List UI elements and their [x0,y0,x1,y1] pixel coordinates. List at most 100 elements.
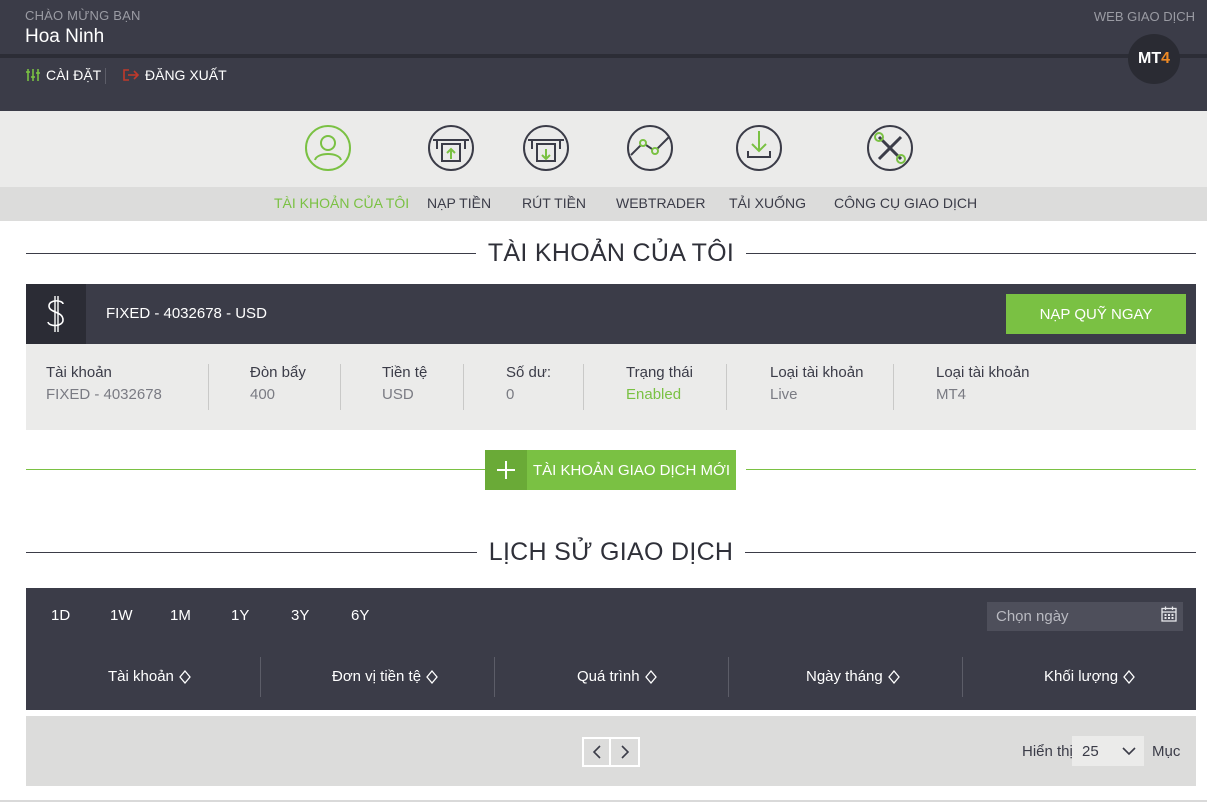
info-platform-type: Loại tài khoản MT4 [936,364,1029,403]
period-1y[interactable]: 1Y [231,607,249,624]
top-header: CHÀO MỪNG BẠN Hoa Ninh CÀI ĐẶT ĐĂNG XUẤT… [0,0,1207,111]
info-label: Tiền tệ [382,364,428,381]
info-value: FIXED - 4032678 [46,386,162,403]
info-separator [208,364,209,410]
date-picker-input[interactable] [987,602,1183,631]
sort-icon [179,669,191,684]
download-icon[interactable] [734,123,784,173]
history-section-title: LỊCH SỬ GIAO DỊCH [26,538,1197,567]
col-header-label: Đơn vị tiền tệ [332,668,422,685]
info-label: Số dư: [506,364,552,381]
col-header-volume[interactable]: Khối lượng [1044,668,1135,685]
nav-deposit[interactable]: NẠP TIỀN [427,195,491,211]
account-section-title: TÀI KHOẢN CỦA TÔI [26,239,1197,268]
deposit-icon[interactable] [426,123,476,173]
info-label: Đòn bẩy [250,364,306,381]
logout-link[interactable]: ĐĂNG XUẤT [122,67,227,83]
period-1m[interactable]: 1M [170,607,191,624]
new-trading-account-button[interactable]: TÀI KHOẢN GIAO DỊCH MỚI [485,450,736,490]
settings-link[interactable]: CÀI ĐẶT [25,67,101,83]
info-separator [340,364,341,410]
col-header-process[interactable]: Quá trình [577,668,657,685]
new-trading-account-label: TÀI KHOẢN GIAO DỊCH MỚI [532,461,731,479]
nav-withdraw[interactable]: RÚT TIỀN [522,195,586,211]
info-value: 0 [506,386,515,403]
info-separator [463,364,464,410]
col-separator [728,657,729,697]
prev-page-button[interactable] [584,739,611,765]
info-label: Loại tài khoản [770,364,864,381]
chevron-down-icon [1122,747,1136,756]
title-rule-left [26,552,477,553]
status-value: Enabled [626,386,682,403]
chart-line-icon[interactable] [625,123,675,173]
col-header-label: Tài khoản [108,668,174,685]
info-account: Tài khoản FIXED - 4032678 [46,364,162,403]
nav-trading-tools[interactable]: CÔNG CỤ GIAO DỊCH [834,195,977,211]
history-table-header: Tài khoản Đơn vị tiền tệ Quá trình Ngày … [26,644,1196,710]
title-rule-right [745,552,1197,553]
new-account-rule-left [26,469,485,470]
logout-icon [123,69,140,81]
pagination [582,737,640,767]
nav-webtrader[interactable]: WEBTRADER [616,195,705,211]
sort-icon [426,669,438,684]
col-header-account[interactable]: Tài khoản [108,668,191,685]
info-value: USD [382,386,414,403]
logout-label: ĐĂNG XUẤT [145,67,227,83]
sort-icon [644,669,657,684]
period-1w[interactable]: 1W [110,607,133,624]
info-currency: Tiền tệ USD [382,364,427,403]
settings-label: CÀI ĐẶT [46,67,102,83]
col-header-date[interactable]: Ngày tháng [806,668,900,685]
info-leverage: Đòn bẩy 400 [250,364,306,403]
history-section-title-text: LỊCH SỬ GIAO DỊCH [488,538,734,566]
period-1d[interactable]: 1D [51,607,70,624]
user-name: Hoa Ninh [25,26,105,47]
period-6y[interactable]: 6Y [351,607,369,624]
page-size-value: 25 [1082,742,1099,760]
calendar-icon[interactable] [1161,606,1177,622]
info-separator [726,364,727,410]
items-label: Mục [1152,743,1181,760]
chevron-right-icon [620,745,629,759]
period-3y[interactable]: 3Y [291,607,309,624]
mt4-badge-text: MT [1137,50,1162,67]
col-header-label: Khối lượng [1044,668,1119,685]
account-name: FIXED - 4032678 - USD [106,305,267,322]
web-trading-label: WEB GIAO DỊCH [1093,9,1195,24]
header-link-separator [105,68,106,84]
col-header-label: Quá trình [577,668,640,685]
tools-icon[interactable] [865,123,915,173]
info-label: Tài khoản [46,364,112,381]
main-nav-label-strip [0,187,1207,221]
col-header-currency[interactable]: Đơn vị tiền tệ [332,668,438,685]
info-separator [893,364,894,410]
nav-download[interactable]: TẢI XUỐNG [729,195,806,211]
history-filter-bar: 1D 1W 1M 1Y 3Y 6Y [26,588,1196,644]
info-value: MT4 [936,386,966,403]
next-page-button[interactable] [611,739,638,765]
user-icon[interactable] [303,123,353,173]
info-value: 400 [250,386,276,403]
header-divider [0,54,1207,58]
new-account-rule-right [746,469,1196,470]
col-separator [260,657,261,697]
history-table-footer: Hiển thị 25 Mục [26,716,1196,786]
withdraw-icon[interactable] [521,123,571,173]
info-value: Live [770,386,798,403]
info-account-type: Loại tài khoản Live [770,364,863,403]
fund-now-button[interactable]: NẠP QUỸ NGAY [1006,294,1186,334]
dollar-icon [26,284,86,344]
info-status: Trạng thái Enabled [626,364,693,403]
title-rule-right [746,253,1197,254]
sort-icon [1123,669,1135,684]
nav-my-account[interactable]: TÀI KHOẢN CỦA TÔI [274,195,409,211]
mt4-badge-number: 4 [1161,50,1170,67]
account-info-panel: Tài khoản FIXED - 4032678 Đòn bẩy 400 Ti… [26,344,1196,430]
col-separator [962,657,963,697]
greeting-text: CHÀO MỪNG BẠN [25,8,141,23]
page-size-select[interactable]: 25 [1072,736,1144,766]
info-separator [583,364,584,410]
mt4-badge[interactable]: MT 4 [1128,34,1180,84]
